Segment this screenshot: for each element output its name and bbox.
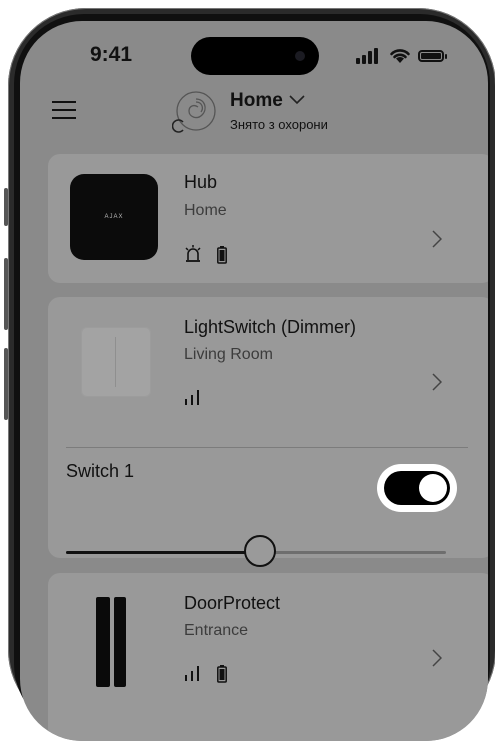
slider-fill: [66, 551, 260, 554]
device-card-doorprotect[interactable]: DoorProtect Entrance: [48, 573, 488, 741]
hub-security-status: Знято з охорони: [230, 117, 328, 132]
device-card-lightswitch[interactable]: LightSwitch (Dimmer) Living Room Switch …: [48, 297, 488, 567]
toggle-knob: [419, 474, 447, 502]
battery-status-icon: [418, 50, 444, 62]
signal-icon: [185, 390, 199, 405]
dynamic-island: [191, 37, 319, 75]
device-room: Home: [184, 202, 227, 219]
device-name: DoorProtect: [184, 593, 281, 613]
device-name: LightSwitch (Dimmer): [184, 317, 357, 337]
brightness-slider[interactable]: [66, 535, 446, 567]
lightswitch-device-image: [81, 327, 151, 397]
device-room: Living Room: [184, 346, 273, 363]
cell-signal-icon: [356, 58, 360, 64]
wifi-icon: [390, 49, 410, 63]
device-name: Hub: [184, 172, 218, 192]
device-card-hub[interactable]: AJAX Hub Home: [48, 154, 488, 283]
chevron-right-icon[interactable]: [432, 649, 442, 667]
switch-label: Switch 1: [66, 461, 135, 481]
doorprotect-magnet-image: [114, 597, 126, 687]
hub-device-image: AJAX: [70, 174, 158, 260]
divider: [66, 447, 468, 448]
status-icons: [356, 46, 447, 66]
chevron-down-icon[interactable]: [288, 94, 306, 106]
status-time: 9:41: [90, 43, 133, 66]
battery-icon: [217, 665, 227, 683]
hub-logo-icon[interactable]: [172, 87, 220, 135]
slider-thumb[interactable]: [243, 535, 276, 567]
menu-icon[interactable]: [52, 101, 76, 119]
device-room: Entrance: [184, 622, 249, 639]
doorprotect-device-image: [96, 597, 110, 687]
app-screen: 9:41 Home Знято з охорони AJAX Hub Home …: [20, 21, 488, 741]
battery-icon: [217, 246, 227, 264]
switch-toggle[interactable]: [384, 471, 450, 505]
chevron-right-icon[interactable]: [432, 373, 442, 391]
signal-icon: [185, 666, 199, 681]
siren-icon: [185, 245, 201, 262]
camera-dot: [295, 51, 305, 61]
hub-name[interactable]: Home: [230, 90, 283, 112]
phone-frame: 9:41 Home Знято з охорони AJAX Hub Home …: [0, 0, 495, 741]
chevron-right-icon[interactable]: [432, 230, 442, 248]
